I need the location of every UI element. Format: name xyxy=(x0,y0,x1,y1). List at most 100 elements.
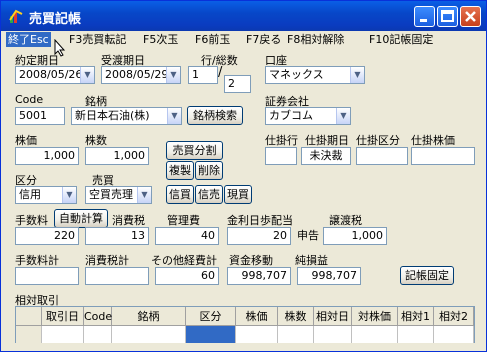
maximize-button[interactable] xyxy=(437,6,458,27)
fee-total-label: 手数料計 xyxy=(15,254,59,267)
table-cell[interactable] xyxy=(112,326,186,343)
table-cell[interactable] xyxy=(398,326,434,343)
declare-label: 申告 xyxy=(297,229,319,242)
code-label: Code xyxy=(15,93,44,106)
row-input[interactable]: 1 xyxy=(188,66,218,84)
menu-release[interactable]: F8相対解除 xyxy=(285,32,346,47)
main-window: 売買記帳 終了Esc F3売買転記 F5次玉 F6前玉 F7戻る F8相対解除 … xyxy=(0,0,487,352)
copy-button[interactable]: 複製 xyxy=(166,161,194,180)
interest-label: 金利日歩配当 xyxy=(227,214,293,227)
class-select[interactable]: 信用 ▼ xyxy=(15,186,77,204)
table-cell[interactable] xyxy=(314,326,352,343)
chevron-down-icon: ▼ xyxy=(167,108,181,124)
table-cell[interactable] xyxy=(84,326,112,343)
minimize-icon xyxy=(420,19,427,22)
pending-price-label: 仕掛株価 xyxy=(411,134,455,147)
other-total-label: その他経費計 xyxy=(151,254,217,267)
trade-select[interactable]: 空買売理 ▼ xyxy=(85,186,152,204)
pending-price-input[interactable] xyxy=(411,147,475,165)
close-icon xyxy=(465,11,476,22)
pending-class-label: 仕掛区分 xyxy=(356,134,400,147)
chevron-down-icon: ▼ xyxy=(166,67,180,83)
spot-buy-button[interactable]: 現買 xyxy=(224,185,252,204)
menu-bar: 終了Esc F3売買転記 F5次玉 F6前玉 F7戻る F8相対解除 F10記帳… xyxy=(1,31,486,48)
table-header-cell: 区分 xyxy=(186,307,236,326)
pending-row-input[interactable] xyxy=(265,147,297,165)
brand-select[interactable]: 新日本石油(株) ▼ xyxy=(71,107,182,125)
table-cell[interactable] xyxy=(352,326,398,343)
net-profit-label: 純損益 xyxy=(295,254,328,267)
mgmt-input[interactable]: 40 xyxy=(155,227,219,245)
code-input[interactable]: 5001 xyxy=(15,107,65,125)
table-header-cell: 相対日 xyxy=(314,307,352,326)
tax-label: 消費税 xyxy=(112,214,145,227)
other-total-input[interactable]: 60 xyxy=(155,267,219,285)
menu-next[interactable]: F5次玉 xyxy=(141,32,180,47)
menu-prev[interactable]: F6前玉 xyxy=(193,32,232,47)
close-button[interactable] xyxy=(460,6,481,27)
table-cell[interactable] xyxy=(236,326,278,343)
net-profit-input[interactable]: 998,707 xyxy=(297,267,361,285)
relative-trades-table[interactable]: 取引日 Code 銘柄 区分 株価 株数 相対日 対株価 相対1 相対2 xyxy=(15,306,475,343)
auto-calc-button[interactable]: 自動計算 xyxy=(54,209,108,228)
delete-button[interactable]: 削除 xyxy=(195,161,223,180)
transfer-tax-label: 譲渡税 xyxy=(329,214,362,227)
table-header-cell xyxy=(16,307,42,326)
window-title: 売買記帳 xyxy=(29,12,82,27)
table-cell[interactable] xyxy=(434,326,474,343)
row-total-input[interactable]: 2 xyxy=(224,75,251,93)
tax-total-input[interactable] xyxy=(85,267,149,285)
split-button[interactable]: 売買分割 xyxy=(166,141,223,160)
price-label: 株価 xyxy=(15,134,37,147)
interest-input[interactable]: 20 xyxy=(227,227,291,245)
chevron-down-icon: ▼ xyxy=(62,187,76,203)
menu-fix[interactable]: F10記帳固定 xyxy=(367,32,435,47)
title-bar[interactable]: 売買記帳 xyxy=(1,1,486,31)
table-header-cell: 対株価 xyxy=(352,307,398,326)
transfer-tax-input[interactable]: 1,000 xyxy=(323,227,387,245)
pending-row-label: 仕掛行 xyxy=(265,134,298,147)
maximize-icon xyxy=(441,10,454,22)
shares-label: 株数 xyxy=(85,134,107,147)
chevron-down-icon: ▼ xyxy=(137,187,151,203)
shares-input[interactable]: 1,000 xyxy=(85,147,149,165)
table-row-header[interactable] xyxy=(16,326,42,343)
pending-date-input[interactable]: 未決裁 xyxy=(301,147,351,165)
tax-input[interactable]: 13 xyxy=(85,227,149,245)
price-input[interactable]: 1,000 xyxy=(15,147,79,165)
mgmt-label: 管理費 xyxy=(167,214,200,227)
credit-buy-button[interactable]: 信買 xyxy=(166,185,194,204)
fund-move-label: 資金移動 xyxy=(229,254,273,267)
table-header-cell: 相対1 xyxy=(398,307,434,326)
menu-transfer[interactable]: F3売買転記 xyxy=(67,32,128,47)
brand-search-button[interactable]: 銘柄検索 xyxy=(187,106,243,125)
chevron-down-icon: ▼ xyxy=(80,67,94,83)
fund-move-input[interactable]: 998,707 xyxy=(227,267,291,285)
credit-sell-button[interactable]: 信売 xyxy=(195,185,223,204)
table-cell[interactable] xyxy=(42,326,84,343)
menu-exit[interactable]: 終了Esc xyxy=(6,32,51,47)
app-icon xyxy=(9,9,23,23)
table-header-cell: 株価 xyxy=(236,307,278,326)
pending-date-label: 仕掛期日 xyxy=(305,134,349,147)
tax-total-label: 消費税計 xyxy=(85,254,129,267)
fix-entry-button[interactable]: 記帳固定 xyxy=(400,266,454,285)
delivery-date-select[interactable]: 2008/05/29 ▼ xyxy=(101,66,181,84)
table-header-cell: 銘柄 xyxy=(112,307,186,326)
table-header-cell: Code xyxy=(84,307,112,326)
pending-class-input[interactable] xyxy=(356,147,408,165)
chevron-down-icon: ▼ xyxy=(350,67,364,83)
slash-divider: / xyxy=(218,65,223,80)
chevron-down-icon: ▼ xyxy=(336,108,350,124)
table-header-cell: 取引日 xyxy=(42,307,84,326)
table-cell[interactable] xyxy=(278,326,314,343)
fee-total-input[interactable] xyxy=(15,267,79,285)
table-cell-selected[interactable] xyxy=(186,326,236,343)
table-header-cell: 相対2 xyxy=(434,307,474,326)
menu-back[interactable]: F7戻る xyxy=(244,32,283,47)
account-select[interactable]: マネックス ▼ xyxy=(265,66,365,84)
fee-input[interactable]: 220 xyxy=(15,227,79,245)
securities-select[interactable]: カブコム ▼ xyxy=(265,107,351,125)
minimize-button[interactable] xyxy=(414,6,435,27)
contract-date-select[interactable]: 2008/05/26 ▼ xyxy=(15,66,95,84)
